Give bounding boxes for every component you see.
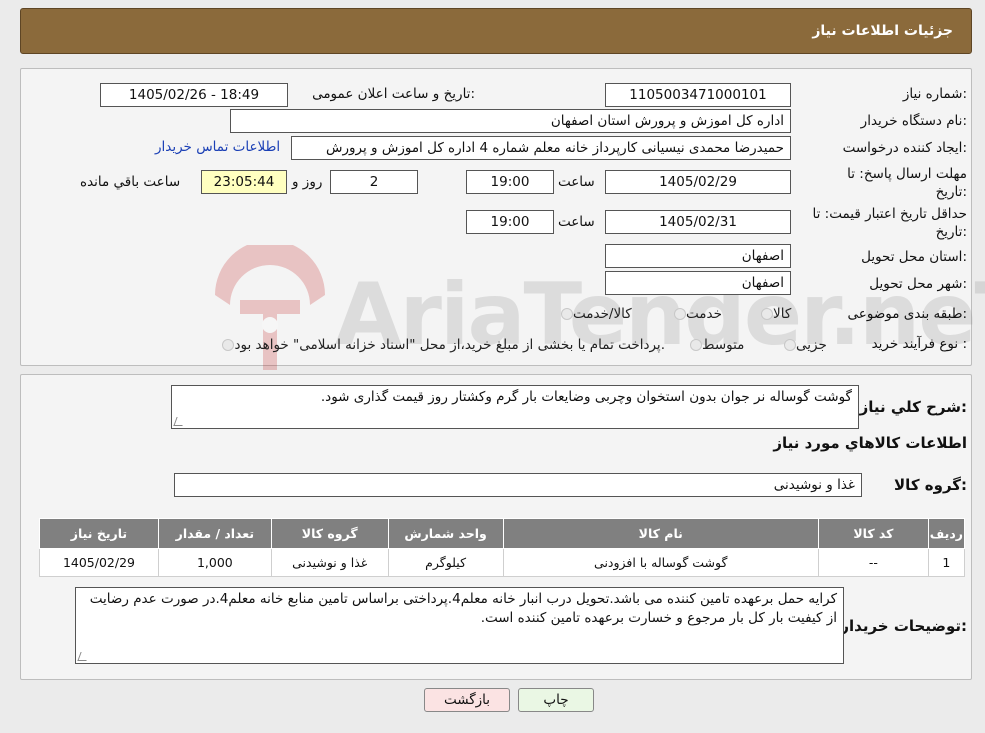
buyer-notes-field: کرایه حمل برعهده تامین کننده می باشد.تحو… [75,587,844,664]
deadline-time-label: ساعت [558,174,595,190]
cell-name: گوشت گوساله با افزودنی [502,548,819,577]
days-label: روز و [292,174,323,190]
min-validity-label-line1: حداقل تاریخ اعتبار قیمت: تا [812,206,967,222]
radio-icon [674,308,686,320]
need-number-label: شماره نیاز: [902,86,967,102]
province-field: اصفهان [605,244,791,268]
treasury-note: پرداخت تمام یا بخشی از مبلغ خرید،از محل … [130,337,665,353]
table-row: 1 -- گوشت گوساله با افزودنی کیلوگرم غذا … [39,548,966,577]
category-option-goods[interactable]: کالا [755,306,791,322]
deadline-label-line1: مهلت ارسال پاسخ: تا [847,166,967,182]
col-row: رديف [927,518,966,549]
buyer-org-label: نام دستگاه خریدار: [860,113,967,129]
process-option-medium[interactable]: متوسط [684,337,744,353]
announce-datetime-label: تاریخ و ساعت اعلان عمومی: [312,86,475,102]
category-option-service[interactable]: خدمت [668,306,722,322]
remaining-label: ساعت باقي مانده [80,174,181,190]
checkbox-icon[interactable] [222,339,235,351]
min-validity-label-line2: تاریخ: [935,224,967,240]
description-label: شرح کلي نياز: [859,398,967,416]
col-group: گروه کالا [270,518,389,549]
buyer-contact-link[interactable]: اطلاعات تماس خریدار [155,139,280,155]
goods-group-field: غذا و نوشیدنی [174,473,862,497]
buyer-notes-label: توضیحات خریدار: [840,617,967,635]
deadline-label-line2: تاریخ: [935,184,967,200]
radio-icon [561,308,573,320]
cell-unit: کیلوگرم [387,548,504,577]
need-number-field: 1105003471000101 [605,83,791,107]
requester-field: حمیدرضا محمدی نیسیانی کارپرداز خانه معلم… [291,136,791,160]
cell-code: -- [817,548,929,577]
goods-table-wrap: رديف کد کالا نام کالا واحد شمارش گروه کا… [39,518,966,577]
province-label: استان محل تحویل: [861,249,967,265]
goods-group-label: گروه کالا: [894,476,967,494]
cell-date: 1405/02/29 [39,548,159,577]
radio-icon [690,339,702,351]
cell-quantity: 1,000 [157,548,272,577]
radio-icon [784,339,796,351]
goods-table: رديف کد کالا نام کالا واحد شمارش گروه کا… [39,518,966,577]
print-button[interactable]: چاپ [518,688,594,712]
remaining-time-field: 23:05:44 [201,170,287,194]
process-option-minor[interactable]: جزیی [778,337,827,353]
back-button[interactable]: بازگشت [424,688,510,712]
city-field: اصفهان [605,271,791,295]
process-type-label: نوع فرآیند خرید : [871,336,967,352]
col-date: تاریخ نیاز [39,518,159,549]
min-validity-date-field: 1405/02/31 [605,210,791,234]
cell-row: 1 [927,548,966,577]
table-header-row: رديف کد کالا نام کالا واحد شمارش گروه کا… [39,518,966,549]
col-unit: واحد شمارش [387,518,504,549]
category-option-goods-service[interactable]: کالا/خدمت [555,306,632,322]
radio-icon [761,308,773,320]
col-code: کد کالا [817,518,929,549]
col-quantity: تعداد / مقدار [157,518,272,549]
col-name: نام کالا [502,518,819,549]
requester-label: ایجاد کننده درخواست: [842,140,967,156]
deadline-days-field: 2 [330,170,418,194]
min-validity-time-label: ساعت [558,214,595,230]
cell-group: غذا و نوشیدنی [270,548,389,577]
page-title: جزئیات اطلاعات نیاز [812,23,953,39]
goods-section-title: اطلاعات کالاهاي مورد نياز [773,434,967,452]
category-label: طبقه بندی موضوعی: [847,306,967,322]
description-field: گوشت گوساله نر جوان بدون استخوان وچربی و… [171,385,859,429]
resize-grip-icon[interactable] [77,652,90,661]
deadline-time-field: 19:00 [466,170,554,194]
resize-grip-icon[interactable] [173,417,186,426]
announce-datetime-field: 1405/02/26 - 18:49 [100,83,288,107]
buyer-org-field: اداره کل اموزش و پرورش استان اصفهان [230,109,791,133]
page-header: جزئیات اطلاعات نیاز [20,8,972,54]
deadline-date-field: 1405/02/29 [605,170,791,194]
city-label: شهر محل تحویل: [869,276,967,292]
min-validity-time-field: 19:00 [466,210,554,234]
